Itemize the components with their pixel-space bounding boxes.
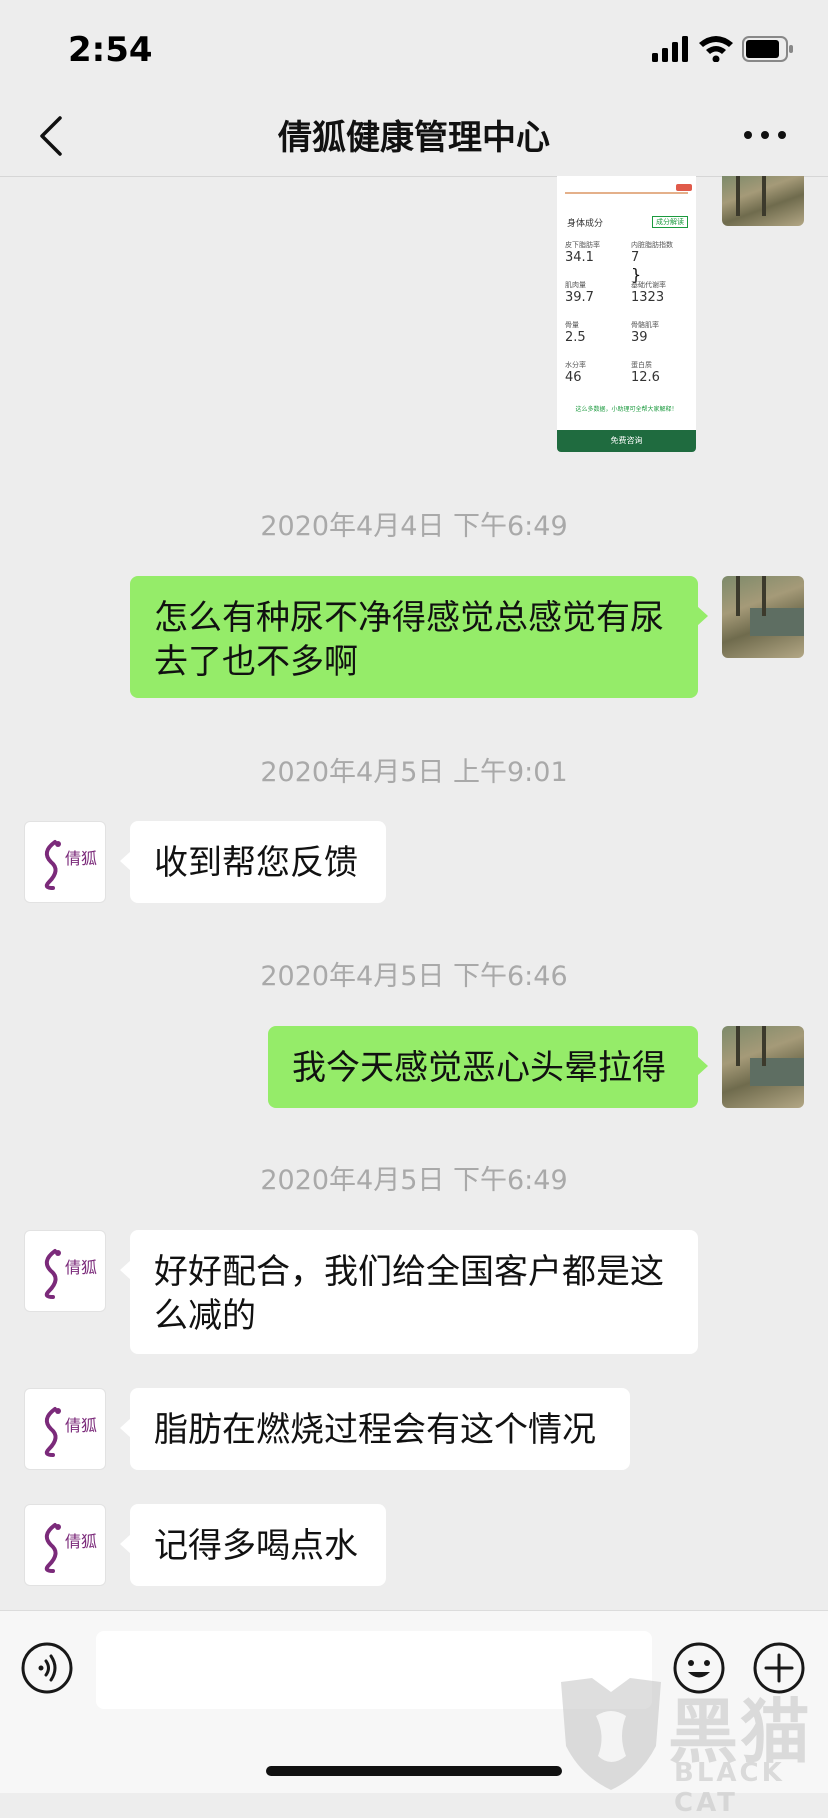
section-button: 成分解读 [652, 216, 688, 228]
contact-message-bubble[interactable]: 好好配合，我们给全国客户都是这么减的 [120, 1230, 698, 1354]
svg-text:倩狐: 倩狐 [65, 849, 97, 868]
metric-cell: 基础代谢率 1323 [631, 281, 666, 305]
qianhu-logo-icon: 倩狐 [44, 1523, 97, 1573]
svg-text:倩狐: 倩狐 [65, 1416, 97, 1435]
image-note: 这么多数据，小助理可全帮大家解释！ [575, 406, 678, 413]
qianhu-logo-icon: 倩狐 [44, 840, 97, 890]
my-avatar[interactable] [722, 176, 804, 226]
message-timestamp: 2020年4月4日 下午6:49 [260, 511, 568, 542]
my-message-bubble[interactable]: 我今天感觉恶心头晕拉得 [268, 1026, 708, 1108]
qianhu-logo-icon: 倩狐 [44, 1249, 97, 1299]
blackcat-shield-icon [561, 1678, 661, 1790]
metric-cell: 肌肉量 39.7 [565, 281, 594, 305]
chat-title: 倩狐健康管理中心 [278, 118, 550, 158]
metric-cell: 骨骼肌率 39 [631, 321, 659, 345]
my-avatar[interactable] [722, 576, 804, 658]
image-message[interactable]: 身体成分 成分解读 皮下脂肪率 34.1 内脏脂肪指数 7 } 肌肉量 39.7 基础… [557, 176, 696, 452]
contact-avatar[interactable]: 倩狐 [24, 1230, 106, 1312]
metric-cell: 骨量 2.5 [565, 321, 586, 345]
contact-message-bubble[interactable]: 收到帮您反馈 [120, 821, 386, 903]
metric-cell: 水分率 46 [565, 361, 586, 385]
svg-text:倩狐: 倩狐 [65, 1258, 97, 1277]
metric-cell: 蛋白质 12.6 [631, 361, 660, 385]
nav-bar: 倩狐健康管理中心 [0, 96, 828, 177]
indicator-badge [676, 184, 692, 191]
blackcat-watermark: 黑猫 BLACK CAT [556, 1676, 828, 1818]
qianhu-logo-icon: 倩狐 [44, 1407, 97, 1457]
my-avatar[interactable] [722, 1026, 804, 1108]
contact-message-bubble[interactable]: 记得多喝点水 [120, 1504, 386, 1586]
section-title: 身体成分 [567, 219, 604, 229]
metric-cell: 内脏脂肪指数 7 } [631, 241, 673, 284]
contact-avatar[interactable]: 倩狐 [24, 1388, 106, 1470]
contact-avatar[interactable]: 倩狐 [24, 1504, 106, 1586]
my-message-bubble[interactable]: 怎么有种尿不净得感觉总感觉有尿去了也不多啊 [130, 576, 708, 698]
status-bar: 2:54 [0, 0, 828, 96]
voice-icon[interactable] [20, 1641, 74, 1695]
watermark-en: BLACK CAT [674, 1758, 785, 1818]
contact-message-bubble[interactable]: 脂肪在燃烧过程会有这个情况 [120, 1388, 630, 1470]
contact-avatar[interactable]: 倩狐 [24, 821, 106, 903]
wifi-icon [699, 36, 733, 62]
message-timestamp: 2020年4月5日 上午9:01 [260, 757, 568, 788]
battery-icon [742, 36, 793, 62]
more-dots-icon[interactable] [740, 120, 790, 150]
svg-text:倩狐: 倩狐 [65, 1532, 97, 1551]
progress-line [565, 192, 688, 194]
free-consult-button: 免费咨询 [557, 430, 696, 452]
message-timestamp: 2020年4月5日 下午6:46 [260, 961, 568, 992]
message-timestamp: 2020年4月5日 下午6:49 [260, 1165, 568, 1196]
cellular-signal-icon [652, 36, 688, 62]
status-time: 2:54 [68, 30, 153, 70]
home-indicator[interactable] [266, 1766, 562, 1776]
metric-cell: 皮下脂肪率 34.1 [565, 241, 600, 265]
